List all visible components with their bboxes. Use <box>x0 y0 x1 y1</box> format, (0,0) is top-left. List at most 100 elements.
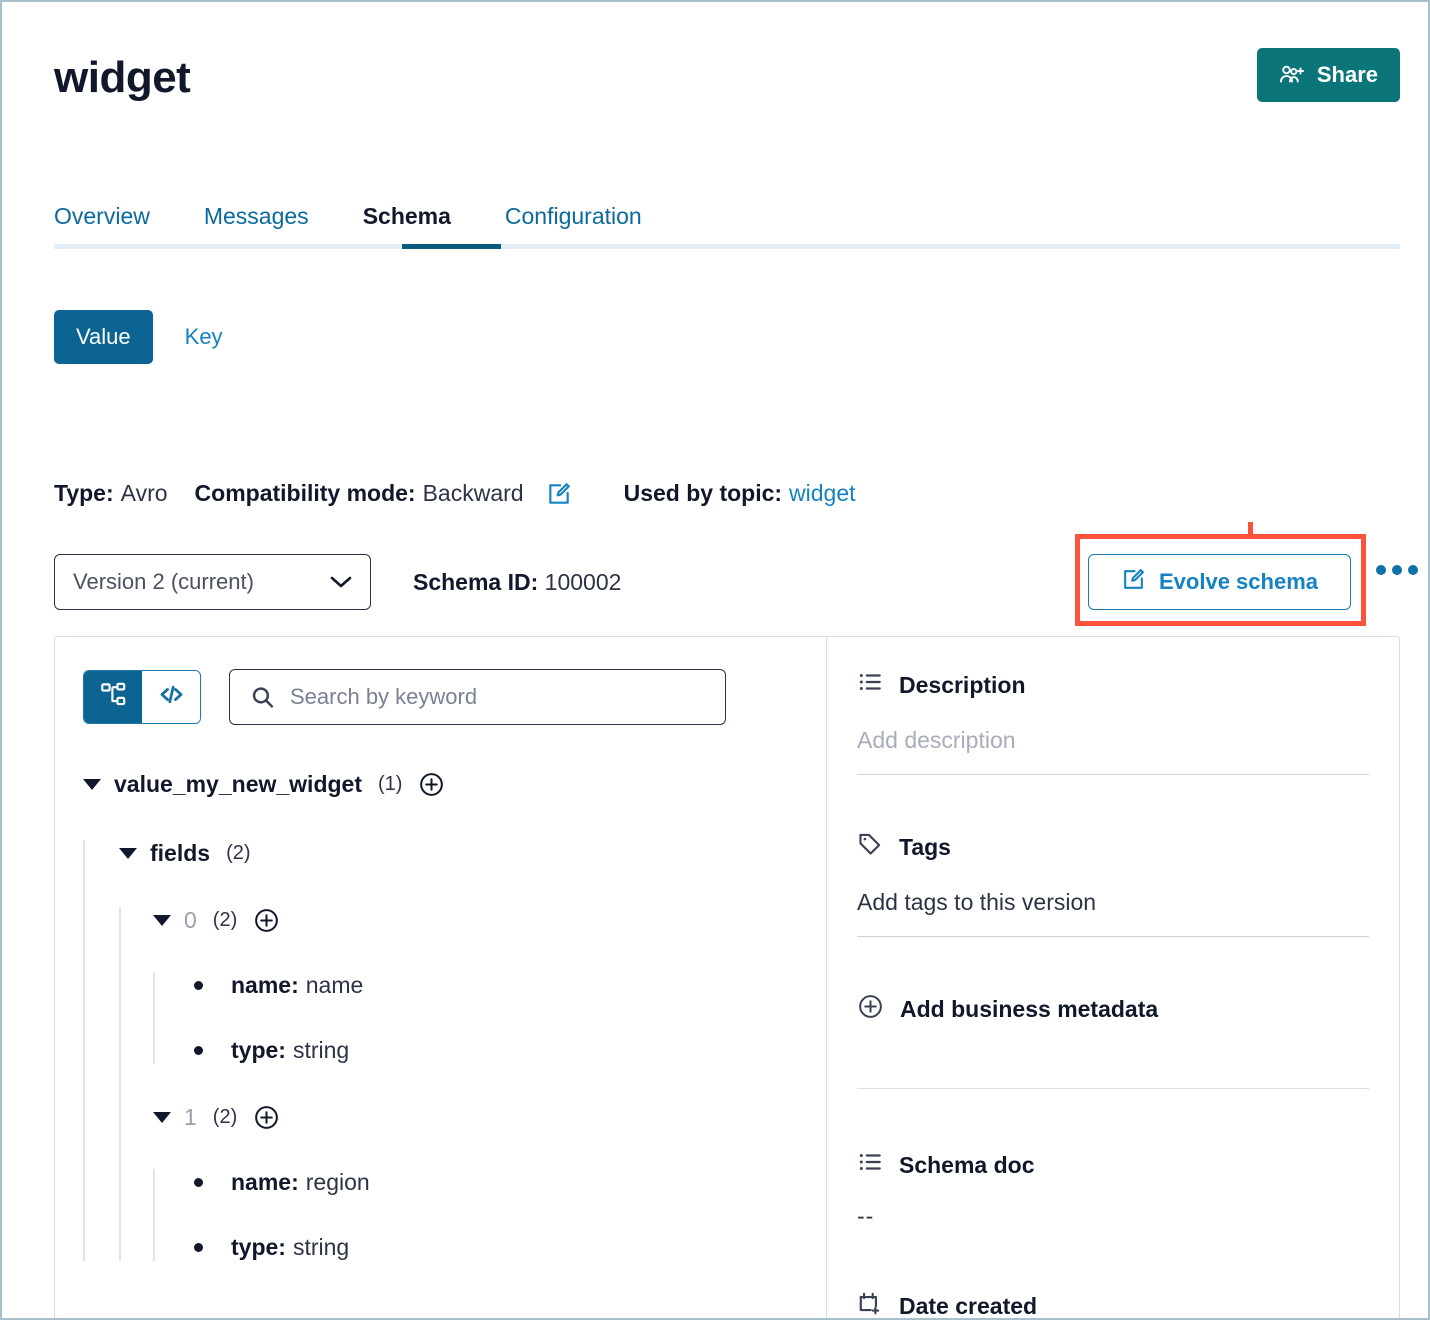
add-business-metadata-button[interactable]: Add business metadata <box>857 993 1369 1026</box>
description-title: Description <box>899 671 1026 698</box>
tree-leaf-value: string <box>292 1234 350 1260</box>
chevron-down-icon <box>330 569 352 595</box>
tags-section-header: Tags <box>857 831 1369 863</box>
tree-node-root[interactable]: value_my_new_widget (1) <box>83 771 826 798</box>
page-header: widget Share <box>54 42 1400 122</box>
search-input[interactable] <box>288 670 725 724</box>
tree-view-button[interactable] <box>84 671 142 723</box>
code-brackets-icon <box>158 681 185 713</box>
page-title: widget <box>54 53 191 102</box>
schema-scope-toggle: Value Key <box>54 310 233 364</box>
tree-branch-items: 0 (2) name: name type: string 1 (2) name… <box>119 907 826 1261</box>
schema-scope-value-button[interactable]: Value <box>54 310 153 364</box>
tag-icon <box>857 831 883 863</box>
schema-scope-key-button[interactable]: Key <box>175 324 233 350</box>
tab-schema[interactable]: Schema <box>363 203 451 234</box>
caret-down-icon[interactable] <box>119 848 137 859</box>
version-row: Version 2 (current) Schema ID: 100002 <box>54 554 621 610</box>
date-created-title: Date created <box>899 1292 1038 1319</box>
tree-leaf-value: string <box>292 1037 350 1063</box>
type-value: Avro <box>120 480 168 506</box>
used-by-topic-link[interactable]: widget <box>789 480 855 507</box>
add-business-metadata-label: Add business metadata <box>900 996 1159 1022</box>
description-value[interactable]: Add description <box>857 727 1369 775</box>
tree-node-fields[interactable]: fields (2) <box>119 840 826 867</box>
tree-leaf-key: type: <box>231 1037 286 1063</box>
tree-leaf-key: name: <box>231 1169 299 1195</box>
schema-doc-section-header: Schema doc <box>857 1149 1369 1181</box>
schema-tree-panel: value_my_new_widget (1) fields (2) <box>55 637 827 1318</box>
users-plus-icon <box>1279 63 1305 87</box>
schema-doc-value: -- <box>857 1203 875 1229</box>
tree-node-root-label: value_my_new_widget <box>114 771 362 797</box>
tags-value[interactable]: Add tags to this version <box>857 889 1369 937</box>
tree-leaf-type: type: string <box>155 1037 826 1064</box>
app-window: widget Share Overview Messages Schema Co… <box>0 0 1430 1320</box>
tab-configuration[interactable]: Configuration <box>505 203 642 234</box>
plus-circle-icon[interactable] <box>418 771 445 798</box>
tree-node-fields-label: fields <box>150 840 211 866</box>
schema-tree: value_my_new_widget (1) fields (2) 0 (2)… <box>55 771 826 1261</box>
highlight-tick <box>1248 522 1253 536</box>
calendar-plus-icon <box>857 1290 883 1318</box>
tab-bar: Overview Messages Schema Configuration <box>54 192 1400 250</box>
list-icon <box>857 1149 883 1181</box>
evolve-schema-label: Evolve schema <box>1159 569 1318 594</box>
search-field[interactable] <box>229 669 726 725</box>
caret-down-icon[interactable] <box>153 915 171 926</box>
version-select[interactable]: Version 2 (current) <box>54 554 371 610</box>
plus-circle-icon[interactable] <box>253 907 280 934</box>
bullet-icon <box>194 1178 203 1187</box>
caret-down-icon[interactable] <box>153 1112 171 1123</box>
tree-node-item[interactable]: 0 (2) <box>153 907 826 934</box>
tree-leaf-value: region <box>305 1169 370 1195</box>
schema-details-panel: Description Add description Tags Add tag… <box>827 637 1399 1319</box>
tab-messages[interactable]: Messages <box>204 203 309 234</box>
tree-node-root-count: (1) <box>378 773 403 795</box>
ellipsis-icon-dot <box>1408 565 1418 575</box>
tree-node-item-count: (2) <box>212 1106 238 1128</box>
tree-node-item-index: 1 <box>184 1104 197 1130</box>
tree-branch-fields: fields (2) 0 (2) name: name type: string… <box>83 840 826 1261</box>
tree-leaf-key: type: <box>231 1234 286 1260</box>
plus-circle-icon[interactable] <box>253 1104 280 1131</box>
sitemap-icon <box>100 681 127 713</box>
tree-node-fields-count: (2) <box>226 842 251 864</box>
tree-leaf-key: name: <box>231 972 299 998</box>
tab-track <box>54 244 1400 249</box>
viewer-toolbar <box>55 669 826 725</box>
used-by-topic-label: Used by topic: <box>623 480 783 506</box>
bullet-icon <box>194 1243 203 1252</box>
section-divider <box>857 1088 1369 1089</box>
view-mode-toggle <box>83 670 201 724</box>
tags-title: Tags <box>899 833 951 860</box>
caret-down-icon[interactable] <box>83 779 101 790</box>
schema-doc-title: Schema doc <box>899 1151 1035 1178</box>
tab-active-underline <box>402 244 501 249</box>
share-button[interactable]: Share <box>1256 48 1400 102</box>
schema-meta-row: Type: Avro Compatibility mode: Backward … <box>54 480 856 507</box>
bullet-icon <box>194 981 203 990</box>
edit-compatibility-icon[interactable] <box>546 481 572 507</box>
version-select-value: Version 2 (current) <box>73 569 254 594</box>
tree-item-props: name: name type: string <box>153 972 826 1064</box>
evolve-schema-button[interactable]: Evolve schema <box>1088 554 1351 610</box>
code-view-button[interactable] <box>142 671 200 723</box>
tree-leaf-name: name: region <box>155 1169 826 1196</box>
list-icon <box>857 669 883 701</box>
ellipsis-icon-dot <box>1392 565 1402 575</box>
schema-id-label: Schema ID: <box>413 568 539 595</box>
tree-leaf-value: name <box>305 972 364 998</box>
tree-node-item[interactable]: 1 (2) <box>153 1104 826 1131</box>
ellipsis-icon-dot <box>1376 565 1386 575</box>
description-section-header: Description <box>857 669 1369 701</box>
schema-id: Schema ID: 100002 <box>413 569 621 596</box>
plus-circle-icon <box>857 993 884 1026</box>
tree-leaf-name: name: name <box>155 972 826 999</box>
tab-overview[interactable]: Overview <box>54 203 150 234</box>
share-button-label: Share <box>1316 62 1378 87</box>
bullet-icon <box>194 1046 203 1055</box>
overflow-menu-button[interactable] <box>1376 565 1418 575</box>
tree-node-item-index: 0 <box>184 907 197 933</box>
schema-id-value: 100002 <box>544 568 622 595</box>
